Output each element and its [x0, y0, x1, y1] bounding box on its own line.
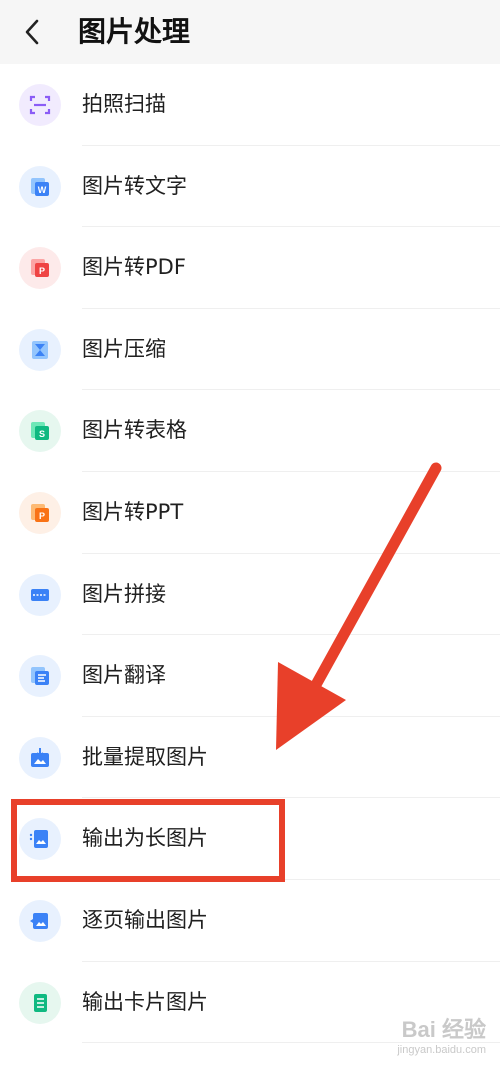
image-to-sheet-icon: S: [19, 410, 61, 453]
svg-text:S: S: [39, 429, 45, 439]
watermark-url: jingyan.baidu.com: [397, 1044, 486, 1056]
list-item-label: 图片转PDF: [82, 255, 186, 280]
list-item-batch-extract[interactable]: 批量提取图片: [0, 717, 500, 799]
list-item-label: 输出为长图片: [82, 826, 208, 851]
list-item-image-to-pdf[interactable]: P 图片转PDF: [0, 227, 500, 309]
list-item-page-export[interactable]: 逐页输出图片: [0, 880, 500, 962]
list-item-label: 批量提取图片: [82, 744, 208, 769]
stitch-icon: [19, 573, 61, 616]
watermark-logo: Bai 经验: [401, 1017, 486, 1042]
top-bar: 图片处理: [0, 0, 500, 64]
image-to-ppt-icon: P: [19, 491, 61, 534]
svg-text:P: P: [39, 511, 45, 521]
chevron-left-icon: [25, 19, 39, 45]
list-item-label: 拍照扫描: [82, 92, 166, 116]
list-item-long-image[interactable]: 输出为长图片: [0, 798, 500, 880]
list-item-image-to-sheet[interactable]: S 图片转表格: [0, 390, 500, 472]
list-item-label: 图片转文字: [82, 173, 187, 198]
card-image-icon: [19, 981, 61, 1024]
page-title: 图片处理: [78, 15, 191, 48]
translate-icon: [19, 655, 61, 698]
image-to-word-icon: W: [19, 165, 61, 208]
list-item-scan[interactable]: 拍照扫描: [0, 64, 500, 146]
batch-extract-icon: [19, 736, 61, 779]
back-button[interactable]: [14, 14, 50, 50]
list-item-image-to-ppt[interactable]: P 图片转PPT: [0, 472, 500, 554]
list-item-compress[interactable]: 图片压缩: [0, 309, 500, 391]
list-item-label: 图片转表格: [82, 418, 187, 443]
list-item-stitch[interactable]: 图片拼接: [0, 554, 500, 636]
list-item-label: 图片拼接: [82, 581, 166, 606]
tool-list: 拍照扫描 W 图片转文字 P 图片转PDF 图片压缩 S 图片转表格 P 图片转…: [0, 64, 500, 1044]
compress-icon: [19, 328, 61, 371]
long-image-icon: [19, 818, 61, 861]
list-item-label: 输出卡片图片: [82, 989, 208, 1014]
list-item-label: 图片翻译: [82, 663, 166, 688]
scan-icon: [19, 84, 61, 126]
page-export-icon: [19, 899, 61, 942]
list-item-label: 图片转PPT: [82, 499, 184, 524]
list-item-label: 图片压缩: [82, 336, 166, 361]
list-item-label: 逐页输出图片: [82, 907, 208, 932]
list-item-translate[interactable]: 图片翻译: [0, 635, 500, 717]
svg-text:W: W: [38, 185, 47, 195]
list-item-image-to-word[interactable]: W 图片转文字: [0, 146, 500, 228]
svg-text:P: P: [39, 266, 45, 276]
image-to-pdf-icon: P: [19, 247, 61, 290]
watermark: Bai 经验 jingyan.baidu.com: [397, 1012, 486, 1056]
